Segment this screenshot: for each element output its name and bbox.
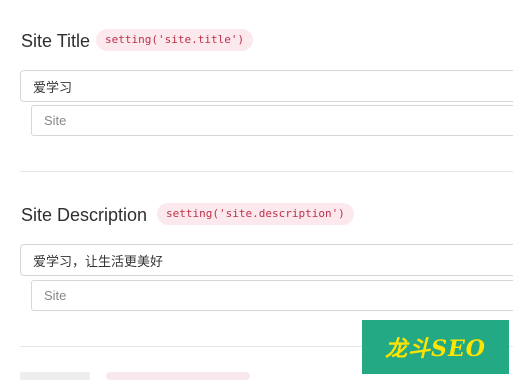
setting-key-badge: setting('site.description') — [157, 203, 354, 225]
site-description-input[interactable]: 爱学习，让生活更美好 — [20, 244, 513, 276]
watermark-logo: 龙斗SEO — [362, 320, 509, 374]
settings-page: Site Title setting('site.title') 爱学习 Sit… — [0, 0, 513, 380]
next-setting-header-partial — [20, 372, 260, 380]
site-title-value: 爱学习 — [33, 81, 73, 96]
site-description-value: 爱学习，让生活更美好 — [33, 255, 164, 270]
next-setting-badge-partial — [106, 372, 250, 380]
next-setting-label-partial — [20, 372, 90, 380]
setting-label: Site Title — [21, 31, 91, 51]
site-title-group-input[interactable]: Site — [31, 105, 513, 136]
site-description-group-input[interactable]: Site — [31, 280, 513, 311]
setting-label: Site Description — [21, 205, 148, 225]
section-divider — [20, 171, 513, 172]
setting-key-badge: setting('site.title') — [96, 29, 254, 51]
watermark-text: 龙斗SEO — [385, 336, 486, 362]
site-description-group-value: Site — [44, 288, 67, 303]
site-title-input[interactable]: 爱学习 — [20, 70, 513, 102]
site-title-group-value: Site — [44, 113, 67, 128]
